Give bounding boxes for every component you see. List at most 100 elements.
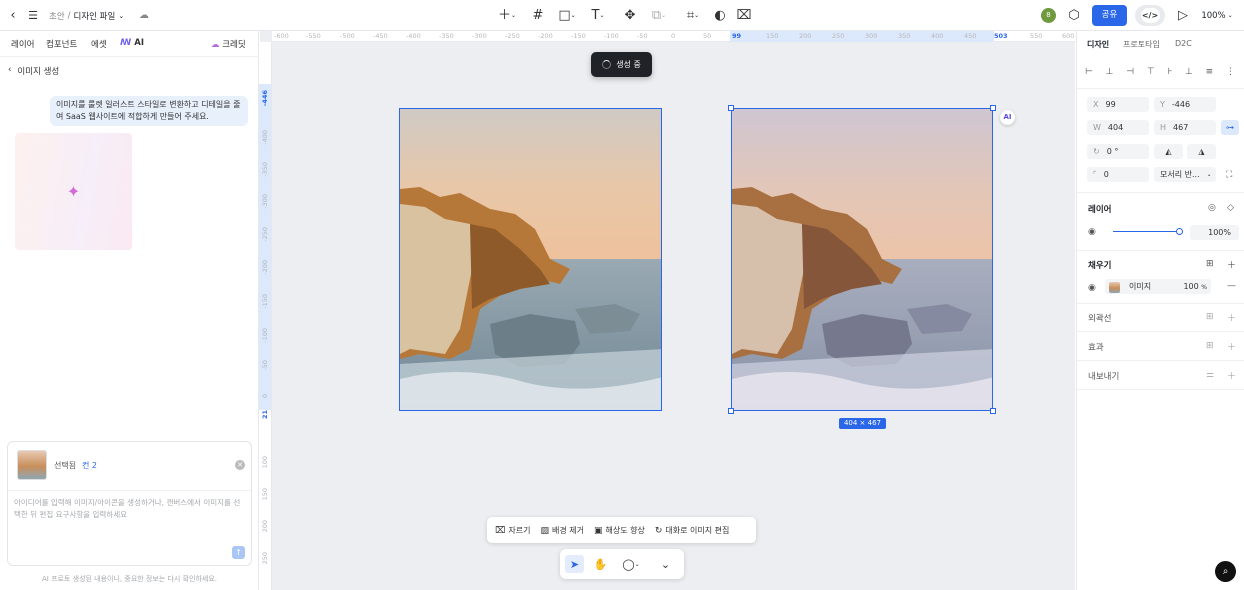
tab-layers[interactable]: 레이어 [11,38,34,50]
add-stroke-icon[interactable]: ＋ [1227,311,1236,324]
rotation-field[interactable]: ↻ 0 ° [1087,144,1149,159]
play-icon[interactable]: ▷ [1176,0,1190,31]
component-icon[interactable]: ✥ [623,0,637,31]
resize-handle-tl[interactable] [728,105,734,111]
add-export-icon[interactable]: ＋ [1227,369,1236,382]
radius-field[interactable]: ⌜ 0 [1087,167,1149,182]
align-center-v-icon[interactable]: ⊦ [1168,67,1173,77]
upscale-button[interactable]: ▣ 해상도 향상 [594,525,645,536]
chat-edit-button[interactable]: ↻ 대화로 이미지 편집 [655,525,730,536]
opacity-drop-icon[interactable]: ◇ [1227,203,1234,213]
tab-d2c[interactable]: D2C [1175,39,1192,48]
ruler-tick: 150 [261,488,269,501]
shape-icon[interactable]: □ ⌄ [556,0,578,31]
close-icon[interactable]: ✕ [235,460,245,470]
fill-opacity[interactable]: 100 % [1183,282,1211,291]
selected-count[interactable]: 컨 2 [82,460,97,471]
eye-icon[interactable]: ◉ [1088,283,1096,293]
credit-button[interactable]: ☁ 크레딧 [211,38,246,50]
file-name[interactable]: 디자인 파일 [74,10,116,22]
independent-corners-icon[interactable]: ⛶ [1226,170,1232,180]
style-grid-icon[interactable]: ⊞ [1206,312,1214,322]
flip-horizontal-icon: ◭ [1165,147,1172,156]
ruler-tick: -50 [261,360,269,371]
align-right-icon[interactable]: ⊣ [1126,67,1134,77]
height-field[interactable]: H 467 [1154,120,1216,135]
resize-handle-br[interactable] [990,408,996,414]
blend-mode-icon[interactable]: ◎ [1208,203,1216,213]
spinner-icon [602,60,612,69]
send-button[interactable]: ↑ [232,546,245,559]
tab-assets[interactable]: 에셋 [91,38,107,50]
y-field[interactable]: Y -446 [1154,97,1216,112]
comment-tool[interactable]: ◯ ⌄ [617,555,645,573]
mask-icon[interactable]: ◐ [713,0,727,31]
remove-fill-icon[interactable]: — [1227,281,1236,291]
select-tool[interactable]: ➤ [565,555,584,573]
align-center-h-icon[interactable]: ⊥ [1106,67,1114,77]
divider [8,490,251,491]
crop-tool-icon[interactable]: ⌧ [737,0,752,31]
hand-tool[interactable]: ✋ [591,555,610,573]
image-frame-selected[interactable] [731,108,993,411]
export-settings-icon[interactable]: ⚌ [1206,370,1214,380]
add-icon[interactable]: ＋ ⌄ [496,0,518,31]
distribute-h-icon[interactable]: ≡ [1206,67,1214,77]
crop-button[interactable]: ⌧ 자르기 [495,525,530,536]
expand-dock[interactable]: ⌄ [656,555,675,573]
ai-edit-icon[interactable]: AI [1000,110,1015,125]
width-field[interactable]: W 404 [1087,120,1149,135]
tab-design[interactable]: 디자인 [1087,39,1109,50]
rotation-icon: ↻ [1093,147,1100,156]
pointer-icon: ➤ [569,557,580,571]
x-field[interactable]: X 99 [1087,97,1149,112]
eye-icon[interactable]: ◉ [1088,227,1096,237]
frame-icon[interactable]: # [531,0,545,31]
image-frame-original[interactable] [399,108,662,411]
breadcrumb-root[interactable]: 초안 [49,10,65,22]
ai-logo-icon: ꟿ [120,38,132,48]
vector-icon[interactable]: ⌗ ⌄ [682,0,704,31]
tab-ai[interactable]: ꟿ AI [120,38,144,48]
tab-components[interactable]: 컴포넌트 [46,38,77,50]
remove-bg-button[interactable]: ▨ 배경 제거 [540,525,584,536]
prompt-input[interactable]: 아이디어를 입력해 이미지/아이콘을 생성하거나, 캔버스에서 이미지를 선택한… [14,497,246,521]
back-to-image-gen[interactable]: ‹ 이미지 생성 [8,65,59,77]
ruler-tick: 200 [261,520,269,533]
corner-mode-select[interactable]: 모서리 반... ⌄ [1154,167,1216,182]
zoom-control[interactable]: 100% ⌄ [1200,0,1234,31]
tab-prototype[interactable]: 프로토타입 [1123,39,1160,50]
align-bottom-icon[interactable]: ⊥ [1185,67,1193,77]
align-top-icon[interactable]: ⊤ [1147,67,1155,77]
dev-mode-toggle[interactable]: </> [1135,5,1165,26]
constrain-proportions-toggle[interactable]: ⊶ [1221,120,1239,135]
opacity-field[interactable]: 100% [1190,225,1239,240]
text-icon[interactable]: T ⌄ [587,0,609,31]
ruler-tick: -50 [637,32,648,40]
boolean-icon[interactable]: ⧉ ⌄ [648,0,670,31]
fill-image-thumbnail[interactable] [1109,282,1120,293]
opacity-slider-knob[interactable] [1176,228,1183,235]
menu-icon[interactable]: ☰ [26,0,40,31]
chevron-left-icon: ‹ [8,65,12,75]
add-effect-icon[interactable]: ＋ [1227,340,1236,353]
stroke-section-title: 외곽선 [1088,314,1112,324]
share-button[interactable]: 공유 [1092,5,1127,26]
opacity-slider[interactable] [1113,231,1180,232]
align-left-icon[interactable]: ⊢ [1085,67,1093,77]
chevron-down-icon[interactable]: ⌄ [118,12,124,20]
search-button[interactable]: ⌕ [1215,561,1236,582]
back-icon[interactable]: ‹ [6,0,20,31]
avatar[interactable]: 8 [1041,8,1056,23]
flip-horizontal-button[interactable]: ◭ [1154,144,1183,159]
resize-handle-tr[interactable] [990,105,996,111]
remove-bg-icon: ▨ [540,525,549,536]
plugin-icon[interactable]: ⬡ [1067,0,1081,31]
fill-row[interactable]: 이미지 100 % [1105,279,1211,294]
style-grid-icon[interactable]: ⊞ [1206,341,1214,351]
distribute-v-icon[interactable]: ⋮ [1226,67,1235,77]
add-fill-icon[interactable]: ＋ [1227,258,1236,271]
resize-handle-bl[interactable] [728,408,734,414]
flip-vertical-button[interactable]: ◮ [1187,144,1216,159]
style-grid-icon[interactable]: ⊞ [1206,259,1214,269]
